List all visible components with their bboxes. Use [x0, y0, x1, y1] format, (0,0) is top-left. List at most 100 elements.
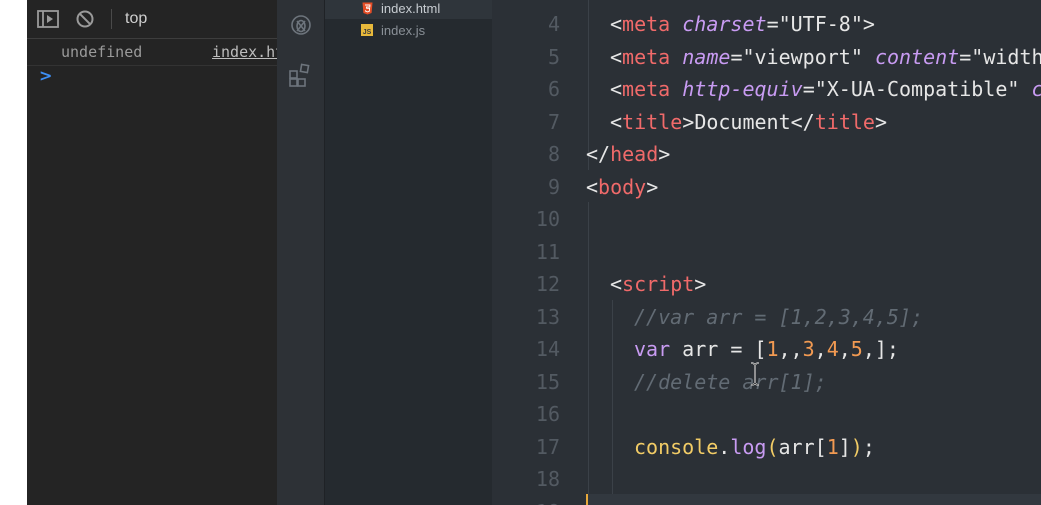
- code-token: content: [874, 44, 960, 69]
- code-token: Document: [694, 109, 791, 134]
- code-token: 5: [850, 337, 863, 361]
- line-number: 8: [547, 142, 560, 166]
- context-selector[interactable]: top: [125, 10, 147, 28]
- console-source-link[interactable]: index.html:17: [212, 43, 277, 61]
- line-code: <meta name="viewport" content="width=dev…: [610, 41, 1041, 73]
- line-number: 6: [547, 77, 560, 101]
- file-explorer: index.html JS index.js: [324, 0, 493, 505]
- toolbar-divider: [111, 9, 112, 29]
- code-token: meta: [622, 77, 671, 101]
- line-number: 18: [535, 467, 560, 491]
- code-token: name: [682, 44, 731, 69]
- code-line[interactable]: 13 //var arr = [1,2,3,4,5];: [492, 301, 1041, 333]
- code-line[interactable]: 17 console.log(arr[1]);: [492, 431, 1041, 463]
- code-token: 1: [766, 337, 779, 361]
- code-token: //delete arr[1];: [634, 369, 827, 394]
- code-token: arr[: [778, 434, 827, 459]
- code-token: ,];: [862, 337, 899, 361]
- code-line[interactable]: 9 <body>: [492, 171, 1041, 203]
- code-token: ]: [838, 434, 851, 459]
- svg-text:JS: JS: [363, 29, 372, 36]
- line-code: <body>: [586, 171, 658, 203]
- line-number: 11: [535, 239, 560, 264]
- code-token: meta: [622, 12, 671, 36]
- code-token: //var arr = [1,2,3,4,5];: [634, 304, 923, 329]
- code-line[interactable]: 8 </head>: [492, 138, 1041, 170]
- code-token: >: [682, 109, 695, 134]
- code-token: <: [610, 44, 623, 69]
- line-number: 12: [535, 272, 560, 296]
- line-number: 16: [535, 402, 560, 426]
- code-token: >: [694, 272, 707, 296]
- line-code: <meta charset="UTF-8">: [610, 8, 875, 40]
- code-token: <: [586, 174, 599, 199]
- code-token: charset: [682, 12, 767, 36]
- explorer-file-label: index.js: [381, 22, 426, 38]
- code-token: arr = [: [670, 337, 767, 361]
- code-line[interactable]: 7 <title>Document</title>: [492, 106, 1041, 138]
- code-token: content: [1031, 77, 1041, 101]
- code-editor[interactable]: 4 <meta charset="UTF-8"> 5 <meta name="view…: [492, 0, 1041, 505]
- activity-bar: [277, 0, 324, 505]
- line-number: 7: [547, 109, 560, 134]
- code-token: title: [814, 109, 875, 134]
- console-toolbar: top: [27, 0, 277, 39]
- line-code: //delete arr[1];: [634, 366, 827, 398]
- code-line[interactable]: 15 //delete arr[1];: [492, 366, 1041, 398]
- code-token: <: [610, 77, 623, 101]
- code-token: var: [634, 337, 671, 361]
- explorer-file-index-html[interactable]: index.html: [325, 0, 493, 19]
- code-token: ="X-UA-Compatible": [802, 77, 1032, 101]
- ibeam-cursor-icon: [750, 362, 760, 386]
- line-number: 10: [535, 207, 560, 231]
- line-number: 4: [547, 12, 560, 36]
- debug-icon[interactable]: [288, 12, 314, 38]
- line-code: <script>: [610, 268, 706, 300]
- current-line-highlight: [586, 494, 1041, 505]
- code-line[interactable]: 16: [492, 398, 1041, 430]
- code-token: ;: [862, 434, 875, 459]
- line-number: 17: [535, 434, 560, 459]
- line-code: var arr = [1,,3,4,5,];: [634, 333, 899, 365]
- code-token: <: [610, 272, 623, 296]
- code-line[interactable]: 5 <meta name="viewport" content="width=de…: [492, 41, 1041, 73]
- code-line[interactable]: 11: [492, 236, 1041, 268]
- code-token: 1: [826, 434, 839, 459]
- code-token: >: [646, 174, 659, 199]
- line-code: console.log(arr[1]);: [634, 431, 875, 463]
- explorer-file-label: index.html: [381, 0, 441, 16]
- code-line[interactable]: 10: [492, 203, 1041, 235]
- line-number: 15: [535, 369, 560, 394]
- code-line[interactable]: 12 <script>: [492, 268, 1041, 300]
- code-token: </: [790, 109, 815, 134]
- console-prompt-icon[interactable]: >: [39, 66, 52, 85]
- code-token: ="viewport": [730, 44, 875, 69]
- explorer-file-index-js[interactable]: JS index.js: [325, 19, 493, 41]
- show-sidebar-icon[interactable]: [37, 8, 59, 30]
- code-token: </: [586, 142, 611, 166]
- line-number: 13: [535, 304, 560, 329]
- html5-icon: [360, 1, 374, 15]
- code-token: meta: [622, 44, 671, 69]
- code-line[interactable]: 14 var arr = [1,,3,4,5,];: [492, 333, 1041, 365]
- line-code: <title>Document</title>: [610, 106, 887, 138]
- code-token: script: [622, 272, 695, 296]
- clear-console-icon[interactable]: [74, 8, 96, 30]
- console-output-row: undefined index.html:17: [27, 39, 277, 66]
- code-token: ,: [838, 337, 851, 361]
- code-token: >: [874, 109, 887, 134]
- code-line[interactable]: 18: [492, 463, 1041, 495]
- extensions-icon[interactable]: [288, 62, 314, 88]
- text-caret: [586, 494, 588, 505]
- code-line[interactable]: 4 <meta charset="UTF-8">: [492, 8, 1041, 40]
- console-output-value: undefined: [61, 43, 143, 61]
- code-token: <: [610, 12, 623, 36]
- code-line[interactable]: 6 <meta http-equiv="X-UA-Compatible" cont…: [492, 73, 1041, 105]
- line-number: 5: [547, 44, 560, 69]
- line-number: 19: [492, 496, 560, 505]
- code-token: >: [862, 12, 875, 36]
- code-token: log: [730, 434, 767, 459]
- code-token: ,,: [778, 337, 803, 361]
